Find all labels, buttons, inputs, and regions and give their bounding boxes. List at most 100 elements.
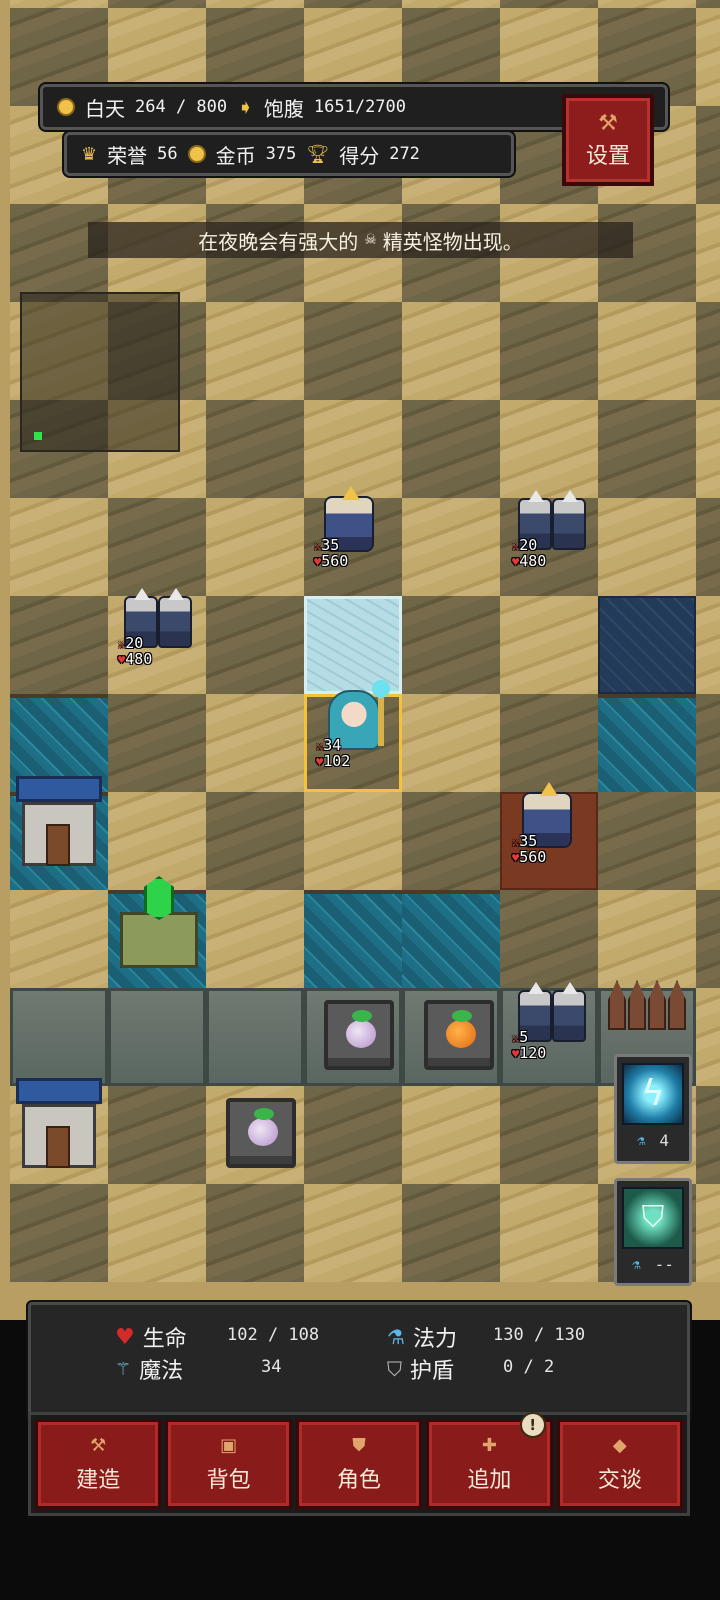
map-tile[interactable] [10,498,108,596]
turnip-planter[interactable] [226,1098,296,1168]
map-tile[interactable] [206,988,304,1086]
map-tile[interactable] [500,1184,598,1282]
add-button[interactable]: ✚ 追加 ! [426,1412,553,1509]
map-tile[interactable] [696,1184,720,1282]
map-tile[interactable] [206,302,304,400]
map-tile[interactable] [402,596,500,694]
map-tile[interactable] [696,890,720,988]
map-tile[interactable] [500,400,598,498]
map-tile[interactable] [304,792,402,890]
map-tile[interactable] [598,596,696,694]
minimap[interactable] [20,292,180,452]
map-tile[interactable] [304,302,402,400]
map-tile[interactable] [696,694,720,792]
notice-text-before: 在夜晚会有强大的 [198,229,359,254]
map-tile[interactable] [500,596,598,694]
map-tile[interactable] [108,1184,206,1282]
house-building[interactable] [16,776,102,866]
map-tile[interactable] [206,400,304,498]
map-tile[interactable] [598,302,696,400]
wrench-icon: ⚒ [598,110,618,136]
map-tile[interactable] [598,0,696,8]
unit-hp: 480 [125,650,153,668]
map-tile[interactable] [696,204,720,302]
map-tile[interactable] [402,1086,500,1184]
bag-button[interactable]: ▣ 背包 [165,1419,292,1509]
map-tile[interactable] [10,0,108,8]
shield-value: 0 / 2 [503,1357,555,1377]
spike-trap[interactable] [606,966,688,1030]
map-tile[interactable] [402,890,500,988]
shield-skill-icon: ⛉ [622,1187,684,1249]
map-tile[interactable] [598,400,696,498]
build-button[interactable]: ⚒ 建造 [35,1419,162,1509]
map-tile[interactable] [696,1086,720,1184]
settings-button[interactable]: ⚒ 设置 [562,94,654,186]
map-tile[interactable] [402,498,500,596]
map-tile[interactable] [598,498,696,596]
map-tile[interactable] [402,694,500,792]
house-building[interactable] [16,1078,102,1168]
map-tile[interactable] [402,400,500,498]
map-tile[interactable] [500,1086,598,1184]
map-tile[interactable] [696,988,720,1086]
map-tile[interactable] [304,0,402,8]
turnip-planter[interactable] [324,1000,394,1070]
map-tile[interactable] [206,792,304,890]
player-hero[interactable]: ⚔34 ♥102 [312,680,396,774]
map-tile[interactable] [206,0,304,8]
character-button[interactable]: ⛊ 角色 [295,1419,423,1509]
map-tile[interactable] [10,1184,108,1282]
map-tile[interactable] [108,694,206,792]
map-tile[interactable] [10,596,108,694]
shield-skill-slot[interactable]: ⛉ ⚗ -- [614,1178,692,1286]
map-tile[interactable] [402,1184,500,1282]
map-tile[interactable] [108,1086,206,1184]
map-tile[interactable] [402,792,500,890]
map-tile[interactable] [304,890,402,988]
map-tile[interactable] [206,596,304,694]
map-tile[interactable] [10,890,108,988]
map-tile[interactable] [500,302,598,400]
map-tile[interactable] [500,0,598,8]
coin-icon [187,145,206,163]
enemy-knight-squad[interactable]: ⚔5 ♥120 [508,982,592,1066]
map-tile[interactable] [598,694,696,792]
lightning-skill-slot[interactable]: ϟ ⚗ 4 [614,1054,692,1164]
map-tile[interactable] [402,302,500,400]
map-tile[interactable] [108,0,206,8]
mana-flask-icon: ⚗ [632,1256,641,1273]
map-tile[interactable] [206,694,304,792]
pumpkin-planter[interactable] [424,1000,494,1070]
map-tile[interactable] [696,0,720,8]
map-tile[interactable] [696,106,720,204]
map-tile[interactable] [206,890,304,988]
map-tile[interactable] [696,302,720,400]
enemy-knight-squad[interactable]: ⚔20 ♥480 [114,588,198,672]
map-tile[interactable] [696,792,720,890]
game-board[interactable] [0,0,720,1320]
map-tile[interactable] [500,694,598,792]
map-tile[interactable] [206,1184,304,1282]
map-tile[interactable] [304,400,402,498]
talk-button[interactable]: ◆ 交谈 [556,1419,684,1509]
map-tile[interactable] [304,1086,402,1184]
enemy-knight-squad[interactable]: ⚔20 ♥480 [508,490,592,574]
map-tile[interactable] [10,988,108,1086]
map-tile[interactable] [304,1184,402,1282]
score-value: 272 [389,144,420,164]
map-tile[interactable] [696,400,720,498]
map-tile[interactable] [696,8,720,106]
enemy-captain[interactable]: ⚔35 ♥560 [508,782,592,870]
map-tile[interactable] [304,596,402,694]
map-tile[interactable] [500,890,598,988]
map-tile[interactable] [402,0,500,8]
enemy-captain[interactable]: ⚔35 ♥560 [310,486,394,574]
map-tile[interactable] [696,498,720,596]
map-tile[interactable] [108,988,206,1086]
map-tile[interactable] [696,596,720,694]
crystal-shrine[interactable] [116,876,202,972]
map-tile[interactable] [598,792,696,890]
map-tile[interactable] [206,498,304,596]
map-tile[interactable] [108,498,206,596]
